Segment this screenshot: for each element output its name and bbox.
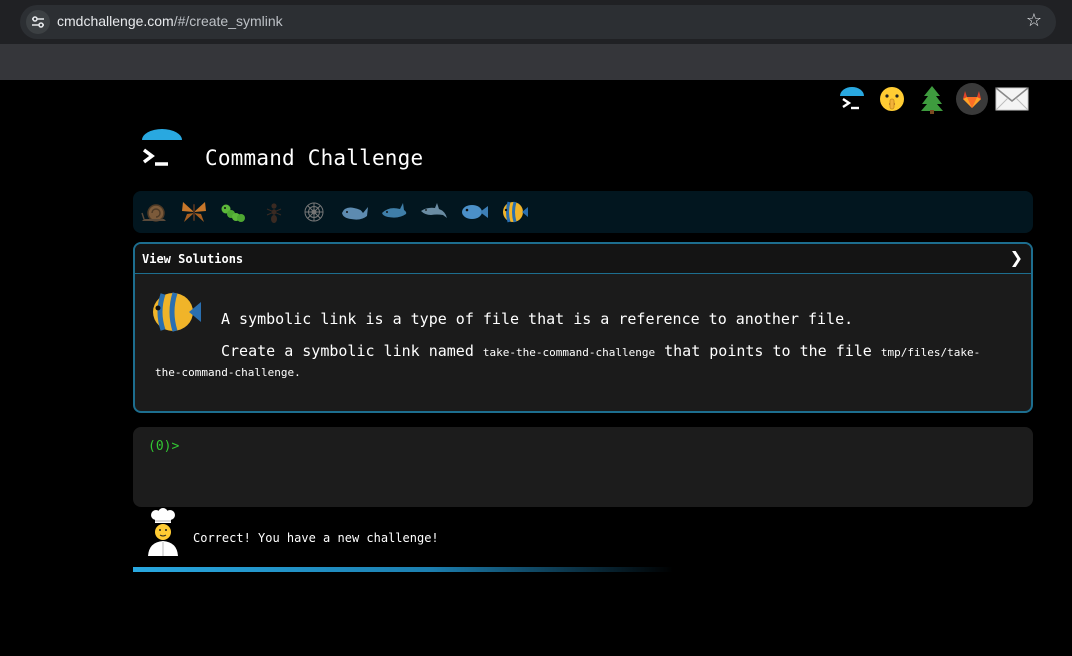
challenge-intro: A symbolic link is a type of file that i…	[221, 310, 854, 328]
chevron-right-icon[interactable]: ❯	[1010, 248, 1023, 267]
url-path: /#/create_symlink	[173, 13, 283, 29]
url-text[interactable]: cmdchallenge.com/#/create_symlink	[57, 13, 283, 29]
envelope-icon[interactable]	[995, 82, 1029, 116]
gitlab-icon[interactable]	[955, 82, 989, 116]
terminal-prompt: (0)>	[148, 439, 180, 454]
butterfly-icon[interactable]	[177, 195, 211, 229]
level-bar	[133, 191, 1033, 233]
browser-toolbar: cmdchallenge.com/#/create_symlink ☆	[0, 0, 1072, 44]
page-title: Command Challenge	[205, 146, 424, 170]
tropical-fish-icon	[147, 288, 203, 336]
challenge-instruction: Create a symbolic link named take-the-co…	[155, 342, 1005, 382]
symlink-name-code: take-the-command-challenge	[482, 346, 656, 359]
logo[interactable]	[138, 128, 186, 174]
instruction-text: Create a symbolic link named	[221, 342, 483, 360]
caterpillar-icon[interactable]	[217, 195, 251, 229]
view-solutions-label: View Solutions	[142, 252, 244, 266]
star-icon[interactable]: ☆	[1026, 11, 1042, 31]
terminal-input[interactable]: (0)>	[133, 427, 1033, 507]
shark-icon[interactable]	[377, 195, 411, 229]
tropical-fish-icon[interactable]	[497, 195, 531, 229]
browser-chrome: cmdchallenge.com/#/create_symlink ☆	[0, 0, 1072, 80]
chef-icon	[143, 508, 183, 558]
challenge-card: View Solutions ❯ A symbolic link is a ty…	[133, 242, 1033, 413]
address-bar[interactable]: cmdchallenge.com/#/create_symlink ☆	[20, 5, 1056, 39]
ant-icon[interactable]	[257, 195, 291, 229]
instruction-period: .	[294, 366, 301, 379]
progress-bar	[133, 567, 673, 572]
web-icon[interactable]	[297, 195, 331, 229]
dolphin-icon[interactable]	[417, 195, 451, 229]
url-host: cmdchallenge.com	[57, 13, 174, 29]
snail-icon[interactable]	[137, 195, 171, 229]
status-message: Correct! You have a new challenge!	[193, 531, 439, 545]
fish-icon[interactable]	[457, 195, 491, 229]
whale-icon[interactable]	[337, 195, 371, 229]
instruction-text: that points to the file	[655, 342, 881, 360]
terminal-logo-icon[interactable]	[835, 82, 869, 116]
view-solutions-toggle[interactable]: View Solutions ❯	[135, 244, 1031, 274]
evergreen-tree-icon[interactable]	[915, 82, 949, 116]
shushing-face-icon[interactable]	[875, 82, 909, 116]
site-info-button[interactable]	[26, 10, 50, 34]
